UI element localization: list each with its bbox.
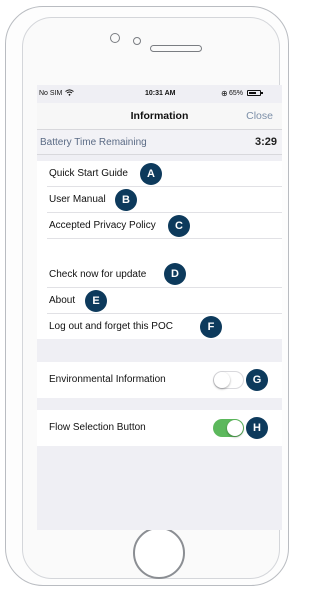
close-button[interactable]: Close xyxy=(246,110,273,122)
callout-badge: D xyxy=(164,263,186,285)
toggle-flow-selection-row: Flow Selection Button H xyxy=(37,410,282,446)
rotation-lock-icon: ⊕ xyxy=(221,89,228,98)
battery-time-label: Battery Time Remaining xyxy=(40,137,147,148)
battery-percent: 65% xyxy=(229,90,244,97)
menu-item-label: User Manual xyxy=(49,194,106,205)
callout-badge: G xyxy=(246,369,268,391)
callout-badge: F xyxy=(200,316,222,338)
battery-time-value: 3:29 xyxy=(254,136,277,148)
menu-item-user-manual[interactable]: User Manual B xyxy=(47,187,282,213)
callout-badge: A xyxy=(140,163,162,185)
menu-group-actions: Check now for update D About E Log out a… xyxy=(37,262,282,339)
toggle-label: Environmental Information xyxy=(49,374,166,385)
flow-selection-toggle[interactable] xyxy=(213,419,244,437)
menu-item-quick-start-guide[interactable]: Quick Start Guide A xyxy=(47,161,282,187)
callout-badge: C xyxy=(168,215,190,237)
callout-badge: E xyxy=(85,290,107,312)
camera-icon xyxy=(110,33,120,43)
environmental-info-toggle[interactable] xyxy=(213,371,244,389)
speaker-grille xyxy=(150,45,202,52)
menu-item-about[interactable]: About E xyxy=(47,288,282,314)
menu-item-label: About xyxy=(49,295,76,306)
app-screen: No SIM 10:31 AM ⊕ 65% Information Close … xyxy=(37,85,282,530)
navigation-bar: Information Close xyxy=(37,103,282,130)
menu-item-empty xyxy=(47,239,282,264)
menu-item-label: Quick Start Guide xyxy=(49,168,128,179)
status-bar: No SIM 10:31 AM ⊕ 65% xyxy=(37,85,282,103)
home-button[interactable] xyxy=(133,527,185,579)
menu-group-documents: Quick Start Guide A User Manual B Accept… xyxy=(37,161,282,264)
menu-item-privacy-policy[interactable]: Accepted Privacy Policy C xyxy=(47,213,282,239)
toggle-environmental-row: Environmental Information G xyxy=(37,362,282,398)
sensor-icon xyxy=(133,37,141,45)
battery-icon xyxy=(247,90,263,96)
menu-item-label: Check now for update xyxy=(49,269,147,280)
menu-item-label: Accepted Privacy Policy xyxy=(49,220,156,231)
clock-time: 10:31 AM xyxy=(145,90,176,97)
callout-badge: H xyxy=(246,417,268,439)
carrier-label: No SIM xyxy=(39,90,63,97)
menu-item-check-update[interactable]: Check now for update D xyxy=(47,262,282,288)
toggle-label: Flow Selection Button xyxy=(49,422,146,433)
callout-badge: B xyxy=(115,189,137,211)
menu-item-logout[interactable]: Log out and forget this POC F xyxy=(47,314,282,339)
battery-time-row: Battery Time Remaining 3:29 xyxy=(37,130,282,155)
menu-item-label: Log out and forget this POC xyxy=(49,321,173,332)
wifi-icon xyxy=(65,89,74,98)
